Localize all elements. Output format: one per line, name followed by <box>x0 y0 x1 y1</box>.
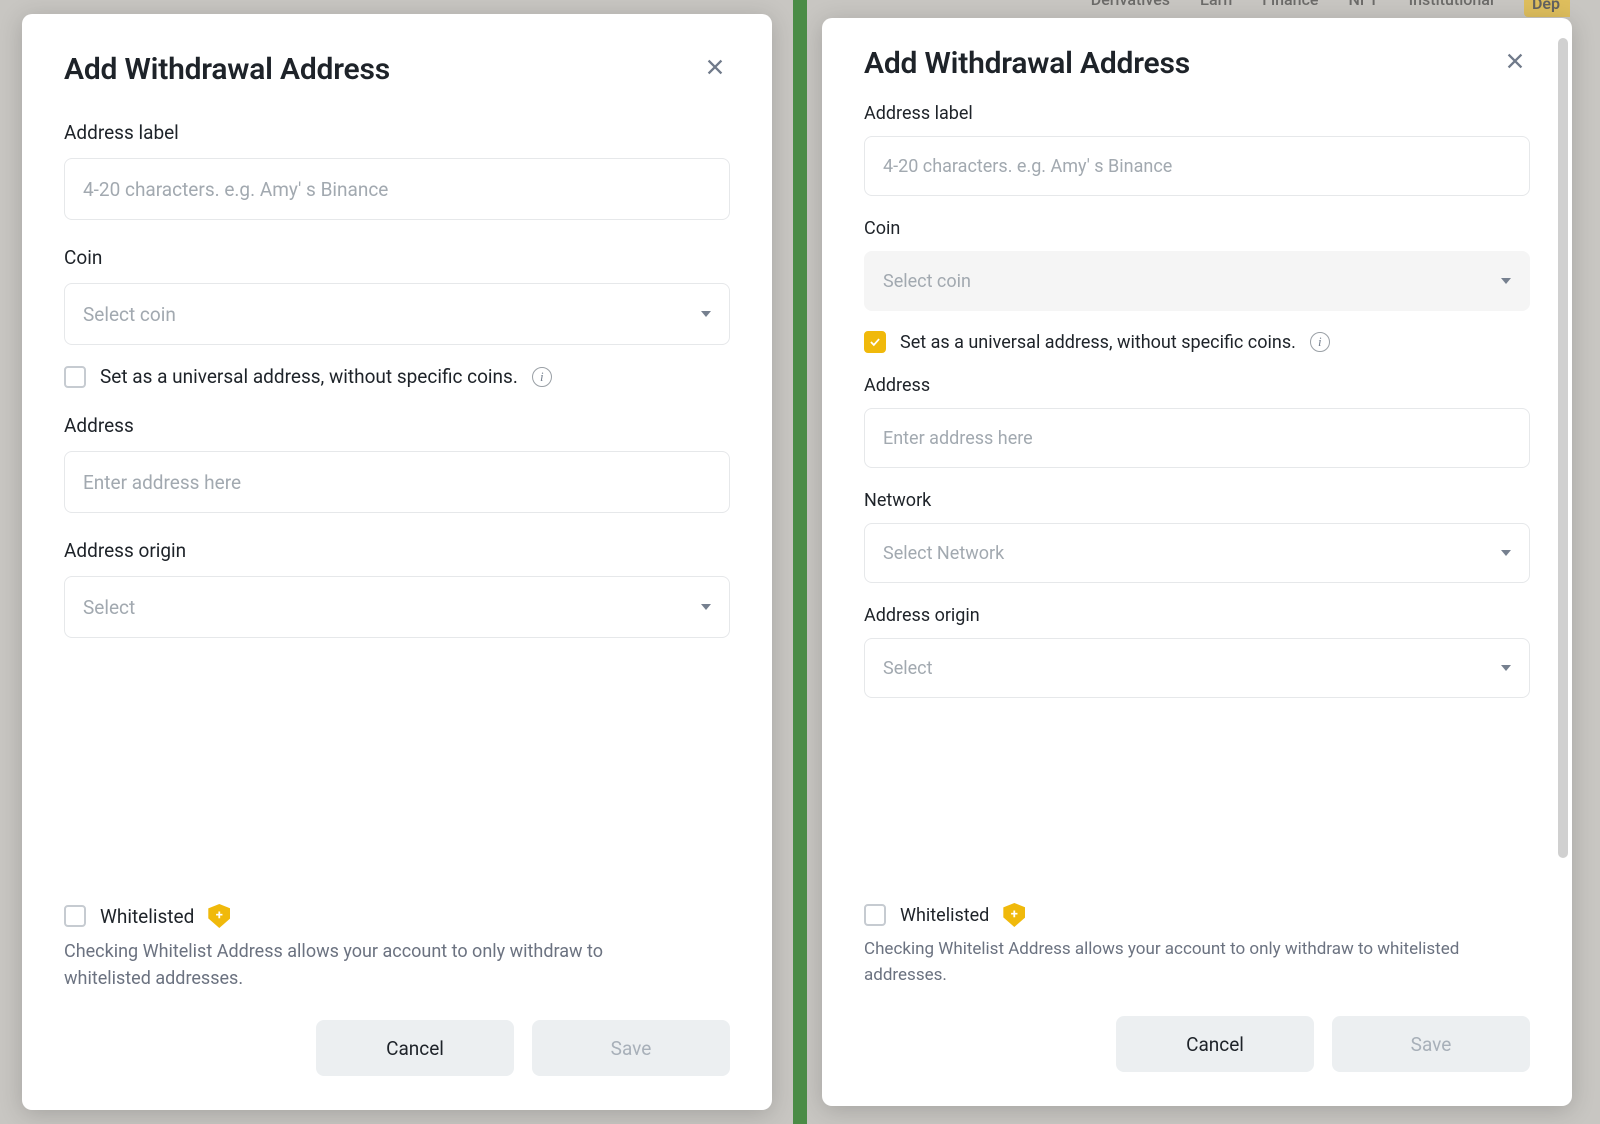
button-row: Cancel Save <box>64 1020 730 1076</box>
nav-earn[interactable]: Earn <box>1200 0 1232 9</box>
nav-institutional[interactable]: Institutional <box>1409 0 1494 9</box>
address-label-input[interactable] <box>64 158 730 220</box>
label-coin: Coin <box>864 218 1530 239</box>
split-divider <box>793 0 807 1124</box>
chevron-down-icon <box>1501 550 1511 556</box>
address-input[interactable] <box>864 408 1530 468</box>
cancel-button[interactable]: Cancel <box>1116 1016 1314 1072</box>
chevron-down-icon <box>1501 278 1511 284</box>
whitelist-description: Checking Whitelist Address allows your a… <box>64 938 684 992</box>
origin-select-placeholder: Select <box>83 596 701 619</box>
coin-select-placeholder: Select coin <box>883 271 1501 292</box>
close-button[interactable] <box>1500 46 1530 81</box>
universal-checkbox-label: Set as a universal address, without spec… <box>900 332 1296 353</box>
background-nav: Derivatives Earn Finance NFT Institution… <box>800 0 1600 4</box>
add-withdrawal-modal-right: Add Withdrawal Address Address label Coi… <box>822 18 1572 1106</box>
label-origin: Address origin <box>64 539 730 562</box>
coin-select[interactable]: Select coin <box>64 283 730 345</box>
check-icon <box>868 335 882 349</box>
coin-select[interactable]: Select coin <box>864 251 1530 311</box>
whitelist-block: Whitelisted Checking Whitelist Address a… <box>864 903 1530 988</box>
save-button[interactable]: Save <box>532 1020 730 1076</box>
origin-select[interactable]: Select <box>64 576 730 638</box>
origin-select-placeholder: Select <box>883 658 1501 679</box>
label-coin: Coin <box>64 246 730 269</box>
info-icon[interactable]: i <box>532 367 552 387</box>
modal-title: Add Withdrawal Address <box>864 46 1190 81</box>
nav-nft[interactable]: NFT <box>1348 0 1378 9</box>
label-address-label: Address label <box>64 121 730 144</box>
modal-header: Add Withdrawal Address <box>864 46 1530 81</box>
shield-icon <box>1003 903 1025 927</box>
whitelist-row: Whitelisted <box>64 904 730 928</box>
field-coin: Coin Select coin Set as a universal addr… <box>64 246 730 388</box>
whitelist-label: Whitelisted <box>100 905 194 928</box>
add-withdrawal-modal-left: Add Withdrawal Address Address label Coi… <box>22 14 772 1110</box>
left-pane: Add Withdrawal Address Address label Coi… <box>0 0 800 1124</box>
spacer <box>864 712 1530 903</box>
field-address-label: Address label <box>864 103 1530 196</box>
close-button[interactable] <box>700 52 730 87</box>
nav-finance[interactable]: Finance <box>1262 0 1318 9</box>
chevron-down-icon <box>701 604 711 610</box>
universal-checkbox-row: Set as a universal address, without spec… <box>864 331 1530 353</box>
modal-title: Add Withdrawal Address <box>64 52 390 87</box>
address-input[interactable] <box>64 451 730 513</box>
close-icon <box>1504 50 1526 72</box>
close-icon <box>704 56 726 78</box>
origin-select[interactable]: Select <box>864 638 1530 698</box>
spacer <box>64 664 730 904</box>
label-address: Address <box>864 375 1530 396</box>
universal-checkbox[interactable] <box>64 366 86 388</box>
field-origin: Address origin Select <box>864 605 1530 698</box>
field-coin: Coin Select coin Set as a universal addr… <box>864 218 1530 353</box>
label-network: Network <box>864 490 1530 511</box>
nav-derivatives[interactable]: Derivatives <box>1091 0 1170 9</box>
whitelist-row: Whitelisted <box>864 903 1530 927</box>
save-button[interactable]: Save <box>1332 1016 1530 1072</box>
chevron-down-icon <box>701 311 711 317</box>
address-label-input[interactable] <box>864 136 1530 196</box>
scroll-thumb[interactable] <box>1558 38 1568 858</box>
universal-checkbox-row: Set as a universal address, without spec… <box>64 365 730 388</box>
info-icon[interactable]: i <box>1310 332 1330 352</box>
universal-checkbox[interactable] <box>864 331 886 353</box>
field-origin: Address origin Select <box>64 539 730 638</box>
deposit-button-fragment[interactable]: Dep <box>1524 0 1570 17</box>
network-select[interactable]: Select Network <box>864 523 1530 583</box>
label-address-label: Address label <box>864 103 1530 124</box>
field-address: Address <box>64 414 730 513</box>
field-network: Network Select Network <box>864 490 1530 583</box>
scrollbar[interactable] <box>1558 38 1568 858</box>
whitelist-block: Whitelisted Checking Whitelist Address a… <box>64 904 730 992</box>
field-address: Address <box>864 375 1530 468</box>
coin-select-placeholder: Select coin <box>83 303 701 326</box>
cancel-button[interactable]: Cancel <box>316 1020 514 1076</box>
label-address: Address <box>64 414 730 437</box>
whitelist-description: Checking Whitelist Address allows your a… <box>864 937 1484 988</box>
network-select-placeholder: Select Network <box>883 543 1501 564</box>
shield-icon <box>208 904 230 928</box>
label-origin: Address origin <box>864 605 1530 626</box>
chevron-down-icon <box>1501 665 1511 671</box>
whitelist-checkbox[interactable] <box>864 904 886 926</box>
right-pane: Derivatives Earn Finance NFT Institution… <box>800 0 1600 1124</box>
whitelist-label: Whitelisted <box>900 905 989 926</box>
universal-checkbox-label: Set as a universal address, without spec… <box>100 365 518 388</box>
modal-header: Add Withdrawal Address <box>64 52 730 87</box>
field-address-label: Address label <box>64 121 730 220</box>
whitelist-checkbox[interactable] <box>64 905 86 927</box>
button-row: Cancel Save <box>864 1016 1530 1072</box>
